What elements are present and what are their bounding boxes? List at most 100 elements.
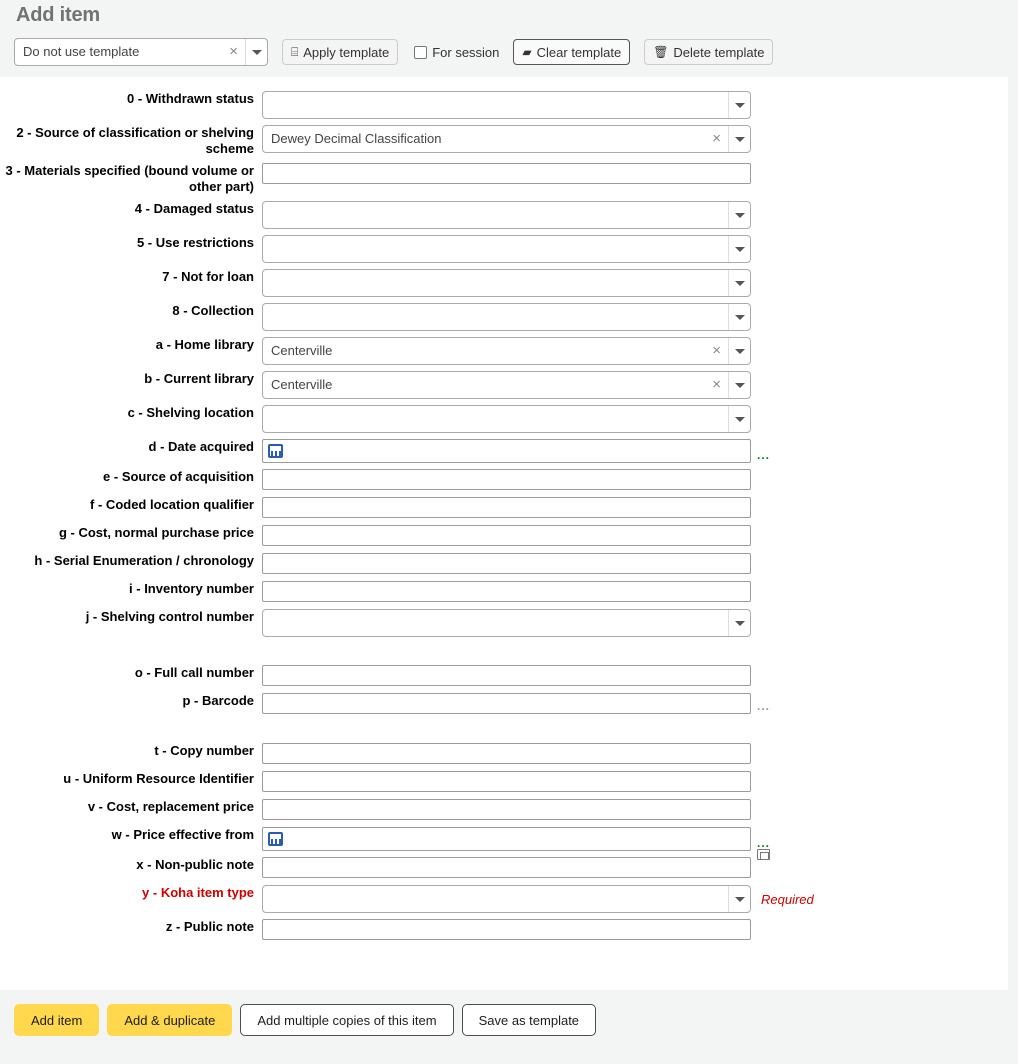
field-date-input[interactable] bbox=[262, 439, 751, 463]
field-control bbox=[262, 235, 1008, 263]
field-select[interactable] bbox=[262, 405, 751, 433]
field-select[interactable]: Centerville × bbox=[262, 337, 751, 365]
field-select-chevron-down-icon[interactable] bbox=[728, 886, 750, 912]
field-select[interactable] bbox=[262, 885, 751, 913]
required-note: Required bbox=[761, 891, 814, 907]
field-select-chevron-down-icon[interactable] bbox=[728, 372, 750, 398]
field-select[interactable]: Centerville × bbox=[262, 371, 751, 399]
apply-template-label: Apply template bbox=[303, 44, 390, 60]
form-row: 7 - Not for loan bbox=[0, 269, 1008, 297]
calendar-icon[interactable] bbox=[268, 832, 283, 846]
field-select-value: Centerville bbox=[271, 343, 333, 358]
field-select[interactable] bbox=[262, 91, 751, 119]
field-select-chevron-down-icon[interactable] bbox=[728, 202, 750, 228]
field-select-chevron-down-icon[interactable] bbox=[728, 270, 750, 296]
field-label: i - Inventory number bbox=[129, 581, 254, 596]
field-text-input[interactable] bbox=[262, 525, 751, 546]
template-select[interactable]: Do not use template × bbox=[14, 38, 268, 66]
form-row: 8 - Collection bbox=[0, 303, 1008, 331]
field-label: 8 - Collection bbox=[172, 303, 254, 318]
field-select-chevron-down-icon[interactable] bbox=[728, 236, 750, 262]
field-text-input[interactable] bbox=[262, 857, 751, 878]
form-row: z - Public note bbox=[0, 919, 1008, 941]
field-text-input[interactable] bbox=[262, 469, 751, 490]
field-select-chevron-down-icon[interactable] bbox=[728, 406, 750, 432]
field-select[interactable] bbox=[262, 201, 751, 229]
field-control bbox=[262, 849, 1008, 878]
field-control: Dewey Decimal Classification × bbox=[262, 125, 1008, 153]
form-row: x - Non-public note bbox=[0, 849, 1008, 879]
template-select-value: Do not use template bbox=[23, 44, 140, 59]
field-date-input[interactable] bbox=[262, 827, 751, 851]
add-multiple-copies-of-this-item-button[interactable]: Add multiple copies of this item bbox=[240, 1004, 454, 1036]
field-text-input[interactable] bbox=[262, 581, 751, 602]
field-label: v - Cost, replacement price bbox=[87, 799, 254, 814]
apply-template-button[interactable]: ⌸ Apply template bbox=[282, 39, 399, 65]
field-select[interactable] bbox=[262, 303, 751, 331]
form-row: 5 - Use restrictions bbox=[0, 235, 1008, 263]
field-text-input[interactable] bbox=[262, 497, 751, 518]
field-label: j - Shelving control number bbox=[85, 609, 254, 624]
field-more-link[interactable]: ... bbox=[757, 699, 770, 714]
field-select-clear-icon[interactable]: × bbox=[705, 338, 728, 364]
field-control bbox=[262, 497, 1008, 518]
for-session-checkbox-wrap[interactable]: For session bbox=[414, 45, 499, 60]
field-select-chevron-down-icon[interactable] bbox=[728, 610, 750, 636]
field-control: ... bbox=[262, 693, 1008, 714]
field-control bbox=[262, 799, 1008, 820]
field-select-chevron-down-icon[interactable] bbox=[728, 304, 750, 330]
field-label: p - Barcode bbox=[182, 693, 254, 708]
form-row: 2 - Source of classification or shelving… bbox=[0, 125, 1008, 157]
field-select-chevron-down-icon[interactable] bbox=[728, 126, 750, 152]
field-control bbox=[262, 553, 1008, 574]
for-session-checkbox[interactable] bbox=[414, 45, 428, 59]
for-session-label: For session bbox=[432, 44, 500, 60]
field-text-input[interactable] bbox=[262, 553, 751, 574]
field-more-link[interactable]: ... bbox=[757, 448, 770, 463]
field-control bbox=[262, 581, 1008, 602]
clear-template-button[interactable]: ▰ Clear template bbox=[513, 39, 631, 65]
delete-template-button[interactable]: 🗑 Delete template bbox=[644, 39, 774, 65]
field-label: t - Copy number bbox=[154, 743, 254, 758]
field-text-input[interactable] bbox=[262, 693, 751, 714]
field-select[interactable]: Dewey Decimal Classification × bbox=[262, 125, 751, 153]
form-row: i - Inventory number bbox=[0, 581, 1008, 603]
add-item-button[interactable]: Add item bbox=[14, 1004, 100, 1036]
field-select[interactable] bbox=[262, 609, 751, 637]
form-row: b - Current library Centerville × bbox=[0, 371, 1008, 399]
field-text-input[interactable] bbox=[262, 919, 751, 940]
template-select-clear-icon[interactable]: × bbox=[222, 39, 245, 65]
field-text-input[interactable] bbox=[262, 799, 751, 820]
field-text-input[interactable] bbox=[262, 163, 751, 184]
form-row: c - Shelving location bbox=[0, 405, 1008, 433]
field-label: 2 - Source of classification or shelving… bbox=[16, 125, 254, 156]
field-label: 0 - Withdrawn status bbox=[126, 91, 254, 106]
field-select[interactable] bbox=[262, 269, 751, 297]
field-label: w - Price effective from bbox=[111, 827, 254, 842]
page-title: Add item bbox=[16, 4, 100, 26]
field-control bbox=[262, 771, 1008, 792]
add-duplicate-button[interactable]: Add & duplicate bbox=[107, 1004, 233, 1036]
form-row: 0 - Withdrawn status bbox=[0, 91, 1008, 119]
save-as-template-button[interactable]: Save as template bbox=[461, 1004, 597, 1036]
field-select-chevron-down-icon[interactable] bbox=[728, 92, 750, 118]
field-select-value: Dewey Decimal Classification bbox=[271, 131, 442, 146]
field-select-clear-icon[interactable]: × bbox=[705, 126, 728, 152]
field-text-input[interactable] bbox=[262, 665, 751, 686]
field-select[interactable] bbox=[262, 235, 751, 263]
field-text-input[interactable] bbox=[262, 771, 751, 792]
form-row: u - Uniform Resource Identifier bbox=[0, 771, 1008, 793]
clone-field-icon[interactable] bbox=[757, 849, 770, 860]
field-select-clear-icon[interactable]: × bbox=[705, 372, 728, 398]
field-select-chevron-down-icon[interactable] bbox=[728, 338, 750, 364]
field-label: 3 - Materials specified (bound volume or… bbox=[5, 163, 255, 194]
calendar-icon[interactable] bbox=[268, 444, 283, 458]
field-label: z - Public note bbox=[165, 919, 254, 934]
form-row: o - Full call number bbox=[0, 665, 1008, 687]
form-row: w - Price effective from... bbox=[0, 827, 1008, 851]
field-label: y - Koha item type bbox=[142, 885, 254, 900]
template-select-chevron-down-icon[interactable] bbox=[245, 39, 267, 65]
form-row: 4 - Damaged status bbox=[0, 201, 1008, 229]
field-control bbox=[262, 665, 1008, 686]
field-text-input[interactable] bbox=[262, 743, 751, 764]
